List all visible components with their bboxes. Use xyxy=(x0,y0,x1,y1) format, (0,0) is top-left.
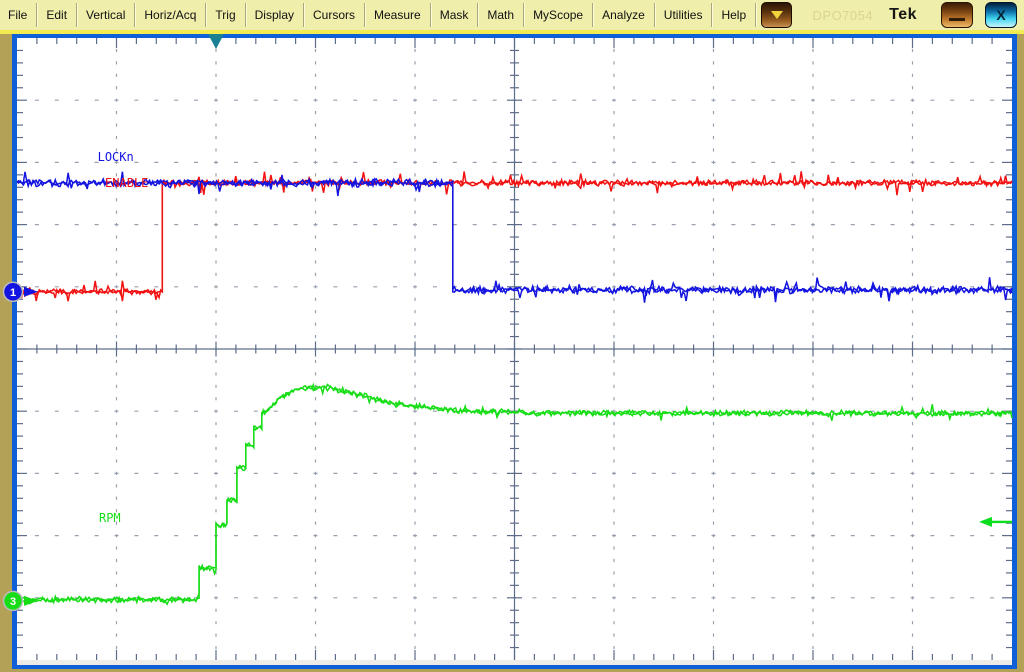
minimize-icon xyxy=(949,18,965,21)
menu-item-horiz-acq[interactable]: Horiz/Acq xyxy=(136,0,204,30)
close-icon: X xyxy=(996,7,1005,23)
menu-separator xyxy=(303,3,304,27)
menu-item-help[interactable]: Help xyxy=(713,0,754,30)
menu-item-edit[interactable]: Edit xyxy=(38,0,75,30)
close-button[interactable]: X xyxy=(985,2,1017,28)
channel-badge-number: 1 xyxy=(10,287,16,299)
menu-bar: FileEditVerticalHoriz/AcqTrigDisplayCurs… xyxy=(0,0,1024,30)
menu-item-cursors[interactable]: Cursors xyxy=(305,0,363,30)
menu-separator xyxy=(592,3,593,27)
scope-display-area: 13 ENABLELOCKnRPM xyxy=(0,34,1024,672)
trace-label-enable: ENABLE xyxy=(105,176,148,190)
menu-separator xyxy=(205,3,206,27)
brand-logo: Tek xyxy=(889,6,917,24)
menu-separator xyxy=(134,3,135,27)
tekscope-window: FileEditVerticalHoriz/AcqTrigDisplayCurs… xyxy=(0,0,1024,672)
menu-separator xyxy=(477,3,478,27)
menu-item-mask[interactable]: Mask xyxy=(432,0,477,30)
menu-separator xyxy=(364,3,365,27)
channel-badge-number: 3 xyxy=(10,596,16,608)
trigger-position-marker[interactable] xyxy=(208,34,224,49)
menu-separator xyxy=(76,3,77,27)
menu-item-utilities[interactable]: Utilities xyxy=(656,0,711,30)
display-frame: 13 ENABLELOCKnRPM xyxy=(12,34,1017,669)
minimize-button[interactable] xyxy=(941,2,973,28)
menu-separator xyxy=(523,3,524,27)
menu-separator xyxy=(245,3,246,27)
menu-item-display[interactable]: Display xyxy=(247,0,302,30)
menu-item-trig[interactable]: Trig xyxy=(207,0,243,30)
menu-separator xyxy=(430,3,431,27)
graticule: 13 xyxy=(17,38,1012,660)
waveform-plot: 13 ENABLE LOCKn RPM xyxy=(17,38,1012,660)
menu-item-vertical[interactable]: Vertical xyxy=(78,0,133,30)
menu-items: FileEditVerticalHoriz/AcqTrigDisplayCurs… xyxy=(0,0,757,30)
menu-separator xyxy=(36,3,37,27)
trace-label-rpm: RPM xyxy=(99,511,121,525)
menu-separator xyxy=(711,3,712,27)
menu-item-file[interactable]: File xyxy=(0,0,35,30)
menu-separator xyxy=(755,3,756,27)
right-reference-arrow[interactable] xyxy=(979,517,1012,527)
caret-down-icon xyxy=(771,11,783,19)
menu-item-measure[interactable]: Measure xyxy=(366,0,429,30)
menu-item-analyze[interactable]: Analyze xyxy=(594,0,653,30)
menu-item-myscope[interactable]: MyScope xyxy=(525,0,591,30)
trace-label-lockn: LOCKn xyxy=(98,150,134,164)
bottom-strip xyxy=(17,660,1012,665)
menu-overflow-button[interactable] xyxy=(761,2,792,28)
channel-3-badge[interactable]: 3 xyxy=(4,591,39,610)
model-label: DPO7054 xyxy=(813,8,874,23)
menu-separator xyxy=(654,3,655,27)
menu-item-math[interactable]: Math xyxy=(479,0,522,30)
channel-1-badge[interactable]: 1 xyxy=(4,282,39,301)
